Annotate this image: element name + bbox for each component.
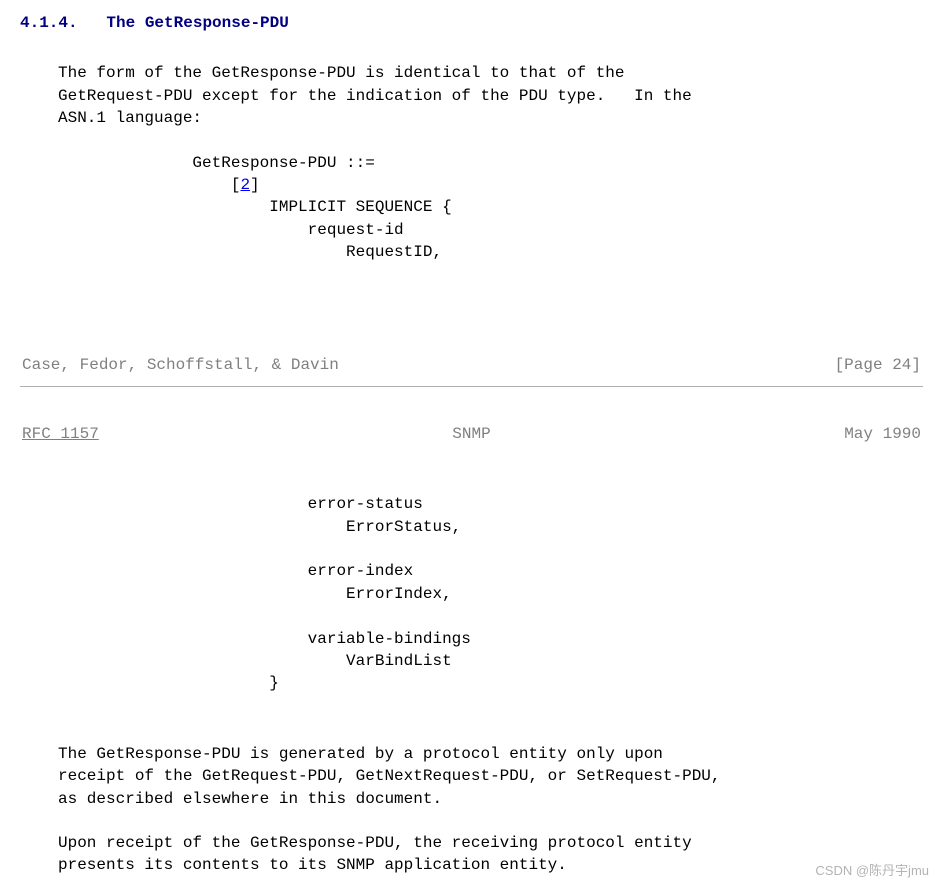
intro-paragraph: The form of the GetResponse-PDU is ident…: [58, 62, 923, 129]
page-header: RFC 1157 SNMP May 1990: [20, 423, 923, 445]
section-title: The GetResponse-PDU: [106, 14, 288, 32]
header-title: SNMP: [452, 423, 490, 445]
asn-line-post: ]: [250, 176, 260, 194]
footer-authors: Case, Fedor, Schoffstall, & Davin: [22, 354, 339, 376]
body-paragraph-2: The GetResponse-PDU is generated by a pr…: [58, 743, 923, 810]
body-paragraph-3: Upon receipt of the GetResponse-PDU, the…: [58, 832, 923, 877]
ref-link-2[interactable]: 2: [240, 176, 250, 194]
page-divider: [20, 386, 923, 387]
asn1-definition-top: GetResponse-PDU ::= [2] IMPLICIT SEQUENC…: [58, 152, 923, 264]
footer-page-number: [Page 24]: [835, 354, 921, 376]
header-date: May 1990: [844, 423, 921, 445]
section-heading: 4.1.4. The GetResponse-PDU: [20, 12, 923, 34]
rfc-link[interactable]: RFC 1157: [22, 423, 99, 445]
page-footer: Case, Fedor, Schoffstall, & Davin [Page …: [20, 354, 923, 386]
asn-line: IMPLICIT SEQUENCE {: [58, 198, 452, 216]
section-number: 4.1.4.: [20, 14, 78, 32]
asn-line: RequestID,: [58, 243, 442, 261]
asn-line: request-id: [58, 221, 404, 239]
asn1-definition-bottom: error-status ErrorStatus, error-index Er…: [58, 493, 923, 695]
asn-line: GetResponse-PDU ::=: [58, 154, 375, 172]
watermark: CSDN @陈丹宇jmu: [815, 862, 929, 880]
asn-line-pre: [: [58, 176, 240, 194]
